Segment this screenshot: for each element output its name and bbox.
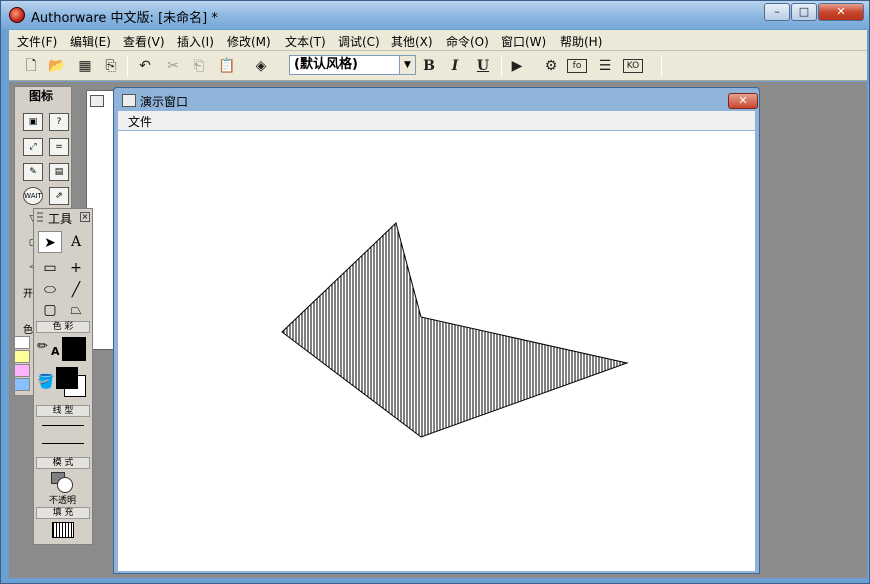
paint-bucket-icon: 🪣 (37, 374, 55, 390)
fill-pattern-swatch[interactable] (52, 522, 74, 538)
cut-icon[interactable]: ✂ (163, 56, 183, 76)
menu-command[interactable]: 命令(O) (446, 33, 489, 50)
bold-button[interactable]: B (419, 56, 439, 76)
swatch-blue[interactable] (14, 378, 30, 391)
knowledge-objects-icon[interactable]: KO (623, 59, 643, 73)
style-dropdown-value: (默认风格) (294, 57, 358, 72)
line-style-thin[interactable] (42, 425, 84, 426)
mode-value: 不透明 (49, 496, 77, 506)
stroke-color-swatch[interactable] (62, 337, 86, 361)
maximize-button[interactable]: □ (791, 3, 817, 21)
run-icon[interactable]: ▶ (507, 56, 527, 76)
menu-text[interactable]: 文本(T) (285, 33, 326, 50)
tools-title: 工具 (48, 212, 73, 226)
text-tool[interactable]: A (64, 231, 88, 253)
erase-icon[interactable]: ⤢ (23, 138, 43, 156)
menu-edit[interactable]: 编辑(E) (70, 33, 111, 50)
fill-section-label: 填 充 (36, 507, 90, 519)
presentation-canvas[interactable] (118, 131, 755, 571)
menu-window[interactable]: 窗口(W) (501, 33, 546, 50)
authorware-logo-icon (9, 7, 25, 23)
pointer-tool-icon[interactable]: ➤ (38, 231, 62, 253)
menu-debug[interactable]: 调试(C) (338, 33, 380, 50)
presentation-menu-file[interactable]: 文件 (128, 113, 152, 130)
save-all-icon[interactable]: ▦ (75, 56, 95, 76)
presentation-window-icon (122, 94, 136, 107)
presentation-window: 演示窗口 ✕ 文件 (113, 87, 760, 574)
menu-modify[interactable]: 修改(M) (227, 33, 271, 50)
wait-icon[interactable]: WAIT (23, 187, 43, 205)
start-flag-label: 开 (23, 289, 33, 300)
swatch-white[interactable] (14, 336, 30, 349)
copy-icon[interactable]: ⎗ (189, 56, 209, 76)
presentation-close-button[interactable]: ✕ (728, 93, 758, 109)
style-dropdown[interactable]: (默认风格) ▼ (289, 55, 416, 75)
menu-view[interactable]: 查看(V) (123, 33, 165, 50)
polygon-tool-icon[interactable]: ⏢ (64, 299, 88, 321)
tools-grip[interactable] (37, 212, 43, 224)
minimize-button[interactable]: – (764, 3, 790, 21)
icon-palette-title: 图标 (15, 87, 71, 105)
color-label: 色 (23, 325, 33, 336)
menu-insert[interactable]: 插入(I) (177, 33, 214, 50)
swatch-pink[interactable] (14, 364, 30, 377)
navigate-icon[interactable]: ✎ (23, 163, 43, 181)
toolbar: 🗋 📂 ▦ ⎘ ↶ ✂ ⎗ 📋 ◈ (默认风格) ▼ B I U ▶ ⚙ fo … (9, 51, 867, 81)
motion-icon[interactable]: ? (49, 113, 69, 131)
crosshair-tool-icon[interactable]: + (64, 257, 88, 279)
import-icon[interactable]: ⎘ (101, 56, 121, 76)
display-icon[interactable]: ▣ (23, 113, 43, 131)
presentation-title: 演示窗口 (140, 95, 189, 109)
rounded-rect-tool-icon[interactable]: ▢ (38, 299, 62, 321)
text-color-label: A (51, 345, 60, 358)
mode-section-label: 模 式 (36, 457, 90, 469)
polygon-shape[interactable] (281, 222, 629, 438)
paste-icon[interactable]: 📋 (217, 56, 237, 76)
ellipse-tool-icon[interactable]: ⬭ (38, 279, 62, 301)
movie-icon[interactable]: ⇗ (49, 187, 69, 205)
chevron-down-icon[interactable]: ▼ (399, 56, 415, 74)
menu-other[interactable]: 其他(X) (391, 33, 433, 50)
tools-close-icon[interactable]: × (80, 212, 90, 222)
control-panel-icon[interactable]: ⚙ (541, 56, 561, 76)
mode-circle-icon[interactable] (57, 477, 73, 493)
rectangle-tool-icon[interactable]: ▭ (38, 257, 62, 279)
color-section-label: 色 彩 (36, 321, 90, 333)
line-section-label: 线 型 (36, 405, 90, 417)
canvas-drawing (281, 222, 629, 438)
pencil-icon: ✏ (37, 339, 48, 354)
underline-button[interactable]: U (473, 56, 493, 76)
variables-icon[interactable]: ☰ (595, 56, 615, 76)
title-bar[interactable]: Authorware 中文版: [未命名] * – □ ✕ (1, 1, 869, 29)
framework-icon[interactable]: ▤ (49, 163, 69, 181)
swatch-yellow[interactable] (14, 350, 30, 363)
foreground-color-swatch[interactable] (56, 367, 78, 389)
menu-file[interactable]: 文件(F) (17, 33, 57, 50)
open-file-icon[interactable]: 📂 (47, 56, 67, 76)
find-icon[interactable]: ◈ (251, 56, 271, 76)
italic-button[interactable]: I (445, 56, 465, 76)
functions-icon[interactable]: fo (567, 59, 587, 73)
wait-small-icon[interactable]: = (49, 138, 69, 156)
line-tool-icon[interactable]: ╱ (64, 279, 88, 301)
flowchart-icon (90, 95, 104, 107)
presentation-title-bar[interactable]: 演示窗口 ✕ (118, 90, 758, 110)
menu-bar: 文件(F) 编辑(E) 查看(V) 插入(I) 修改(M) 文本(T) 调试(C… (9, 30, 867, 51)
undo-icon[interactable]: ↶ (135, 56, 155, 76)
new-file-icon[interactable]: 🗋 (21, 56, 41, 76)
window-title: Authorware 中文版: [未命名] * (31, 11, 218, 26)
tools-palette: 工具 × ➤ A ▭ + ⬭ ╱ ▢ ⏢ 色 彩 ✏ A 🪣 线 型 模 式 不… (33, 208, 93, 545)
close-button[interactable]: ✕ (818, 3, 864, 21)
line-style-arrow[interactable] (42, 443, 84, 444)
icon-color-swatches (14, 336, 32, 392)
presentation-menu-bar: 文件 (118, 111, 755, 130)
menu-help[interactable]: 帮助(H) (560, 33, 602, 50)
